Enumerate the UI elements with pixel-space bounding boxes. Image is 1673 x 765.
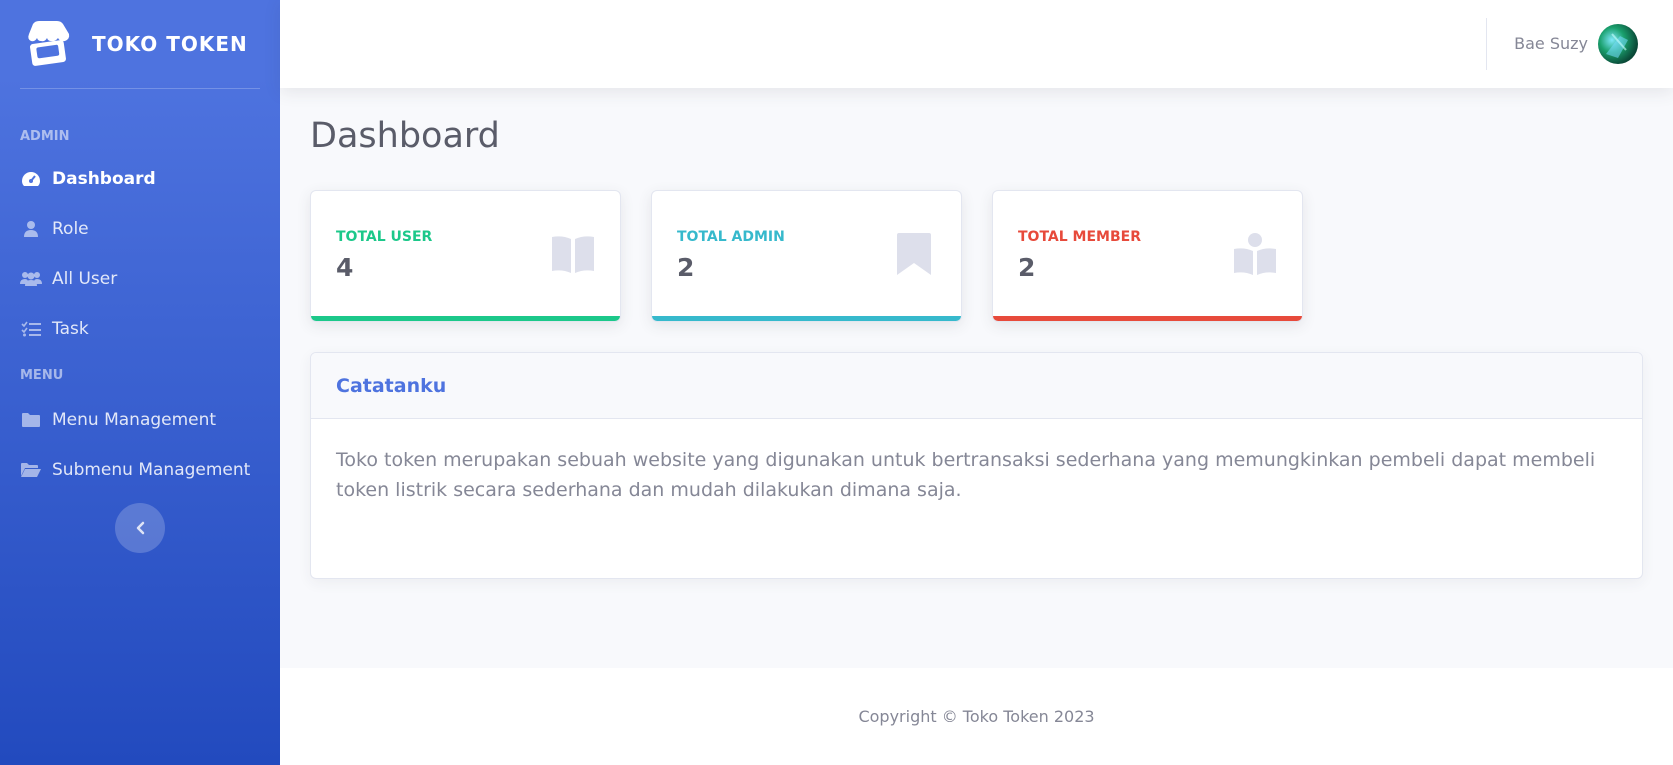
folder-open-icon (20, 460, 42, 480)
stat-card-accent-bar (311, 316, 620, 321)
notes-card-header: Catatanku (311, 353, 1642, 419)
sidebar-item-role[interactable]: Role (0, 204, 280, 254)
sidebar-item-label: All User (52, 269, 118, 289)
book-open-icon (550, 231, 596, 277)
sidebar-item-dashboard[interactable]: Dashboard (0, 154, 280, 204)
sidebar-toggle-button[interactable] (115, 503, 165, 553)
bookmark-icon (891, 231, 937, 277)
sidebar-item-all-user[interactable]: All User (0, 254, 280, 304)
sidebar-item-label: Role (52, 219, 89, 239)
brand-link[interactable]: TOKO TOKEN (0, 0, 280, 88)
avatar[interactable] (1598, 24, 1638, 64)
sidebar: TOKO TOKEN ADMIN Dashboard Role All User… (0, 0, 280, 765)
stat-card-label: TOTAL USER (336, 229, 433, 245)
stat-card-label: TOTAL MEMBER (1018, 229, 1141, 245)
sidebar-item-menu-management[interactable]: Menu Management (0, 395, 280, 445)
topbar-divider (1486, 18, 1487, 70)
notes-card-title: Catatanku (336, 374, 447, 397)
store-icon (22, 18, 74, 70)
tasks-icon (20, 319, 42, 339)
stat-card-value: 4 (336, 253, 354, 282)
page-title: Dashboard (310, 116, 500, 156)
stat-card-total-admin: TOTAL ADMIN 2 (651, 190, 962, 322)
stat-card-value: 2 (677, 253, 695, 282)
chevron-left-icon (136, 521, 145, 535)
sidebar-divider (20, 88, 260, 89)
user-name[interactable]: Bae Suzy (1514, 34, 1588, 53)
notes-card-body: Toko token merupakan sebuah website yang… (336, 449, 1596, 501)
brand-name: TOKO TOKEN (92, 32, 248, 56)
stat-card-accent-bar (652, 316, 961, 321)
footer: Copyright © Toko Token 2023 (280, 668, 1673, 765)
sidebar-item-label: Menu Management (52, 410, 217, 430)
topbar: Bae Suzy (280, 0, 1673, 88)
copyright-text: Copyright © Toko Token 2023 (858, 707, 1095, 726)
stat-card-accent-bar (993, 316, 1302, 321)
sidebar-item-label: Dashboard (52, 169, 156, 189)
users-icon (20, 269, 42, 289)
tachometer-icon (20, 169, 42, 189)
notes-card: Catatanku Toko token merupakan sebuah we… (310, 352, 1643, 579)
stat-card-total-user: TOTAL USER 4 (310, 190, 621, 322)
stat-card-value: 2 (1018, 253, 1036, 282)
sidebar-item-label: Submenu Management (52, 460, 251, 480)
stat-card-total-member: TOTAL MEMBER 2 (992, 190, 1303, 322)
folder-icon (20, 410, 42, 430)
user-icon (20, 219, 42, 239)
sidebar-item-submenu-management[interactable]: Submenu Management (0, 445, 280, 495)
sidebar-item-task[interactable]: Task (0, 304, 280, 354)
sidebar-heading-admin: ADMIN (20, 129, 70, 144)
sidebar-item-label: Task (52, 319, 89, 339)
book-reader-icon (1232, 231, 1278, 277)
sidebar-heading-menu: MENU (20, 368, 64, 383)
stat-card-label: TOTAL ADMIN (677, 229, 785, 245)
